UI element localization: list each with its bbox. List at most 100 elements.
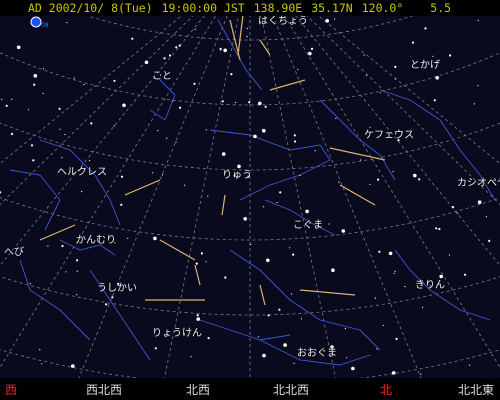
star <box>278 308 281 311</box>
label-kefeusu: ケフェウス <box>364 130 414 141</box>
status-bar: 08 AD 2002/10/ 8(Tue) 19:00:00 JST 138.9… <box>0 0 500 29</box>
star <box>10 132 14 135</box>
star <box>477 200 482 204</box>
star <box>131 37 134 40</box>
star <box>308 51 312 56</box>
star <box>120 175 124 178</box>
star <box>196 314 199 317</box>
star <box>195 262 198 265</box>
star <box>221 100 224 103</box>
date-display[interactable]: AD 2002/10/ 8(Tue) <box>28 1 153 15</box>
label-kashiopeia: カシオペヤ <box>457 178 500 189</box>
latitude-display[interactable]: 35.17N <box>311 1 353 15</box>
star <box>76 259 79 262</box>
star <box>250 243 252 246</box>
star <box>105 303 108 306</box>
star <box>438 227 441 231</box>
star <box>120 203 123 206</box>
star <box>205 261 207 263</box>
star <box>178 44 181 47</box>
star <box>365 74 367 76</box>
star <box>418 178 421 181</box>
star <box>30 144 34 147</box>
star <box>433 99 436 102</box>
star <box>179 106 182 109</box>
star <box>299 174 301 176</box>
star <box>341 229 346 233</box>
limiting-magnitude-display[interactable]: 5.5 <box>430 1 451 15</box>
star <box>344 327 346 330</box>
star <box>351 366 355 371</box>
label-kanmuri: かんむり <box>76 235 116 246</box>
direction-west-northwest[interactable]: 西北西 <box>86 381 122 398</box>
star <box>223 48 227 53</box>
star <box>258 101 262 106</box>
star <box>473 103 475 105</box>
direction-west[interactable]: 西 <box>5 381 17 398</box>
star <box>163 57 166 60</box>
star <box>435 76 440 80</box>
star <box>32 159 35 162</box>
svg-text:08: 08 <box>41 22 48 29</box>
star <box>42 92 44 94</box>
star <box>325 19 330 23</box>
star <box>73 77 75 79</box>
star <box>374 297 376 299</box>
label-kirin: きりん <box>415 280 445 291</box>
star <box>76 294 78 296</box>
star <box>267 314 270 317</box>
direction-north-northwest[interactable]: 北北西 <box>273 381 309 398</box>
star <box>420 373 422 375</box>
time-display[interactable]: 19:00:00 JST <box>162 1 245 15</box>
star <box>33 83 36 86</box>
star <box>175 141 177 143</box>
star <box>451 206 455 209</box>
star <box>422 306 424 308</box>
star <box>382 324 384 326</box>
star <box>81 191 83 193</box>
star <box>152 172 154 174</box>
star <box>262 128 266 133</box>
label-herukuresu: ヘルクレス <box>57 167 107 178</box>
star <box>90 122 93 125</box>
star <box>346 357 348 359</box>
star <box>64 133 66 136</box>
star <box>29 282 31 285</box>
star <box>248 101 251 104</box>
star <box>122 103 126 108</box>
star <box>42 68 45 70</box>
direction-north[interactable]: 北 <box>380 381 392 398</box>
direction-north-northeast[interactable]: 北北東 <box>458 381 494 398</box>
star <box>485 216 487 218</box>
star <box>193 82 196 85</box>
star <box>393 272 395 274</box>
star <box>331 268 335 273</box>
label-koguma: こぐま <box>293 220 323 231</box>
star <box>127 237 129 239</box>
star <box>377 178 380 181</box>
star <box>263 206 265 208</box>
direction-northwest[interactable]: 北西 <box>186 381 210 398</box>
star <box>207 195 209 197</box>
star <box>39 349 41 351</box>
star <box>359 159 362 161</box>
star <box>71 364 75 368</box>
star <box>89 159 91 162</box>
star <box>328 223 330 225</box>
star <box>196 317 200 321</box>
star <box>338 181 340 183</box>
star <box>246 27 248 30</box>
star <box>144 60 149 65</box>
view-angle-display[interactable]: 120.0° <box>362 1 404 15</box>
star <box>200 252 203 255</box>
star <box>262 353 266 358</box>
star <box>33 74 38 78</box>
star <box>290 293 292 295</box>
star <box>246 36 248 38</box>
star <box>310 47 314 51</box>
star <box>448 254 451 256</box>
star <box>61 244 64 248</box>
star <box>16 45 21 50</box>
compass-direction-bar: 西 西北西 北西 北北西 北 北北東 <box>0 378 500 400</box>
moon-phase-icon[interactable]: 08 <box>2 1 49 29</box>
